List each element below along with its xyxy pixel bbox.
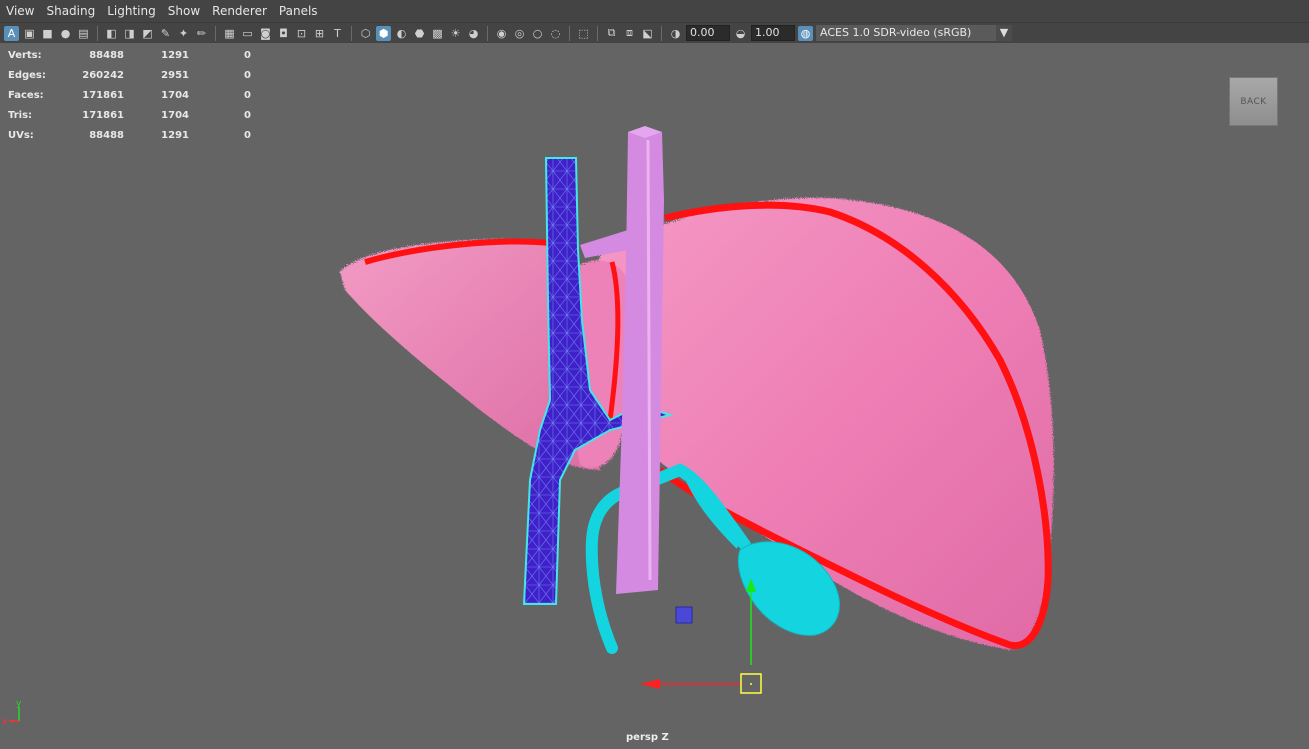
bookmark-camera-icon[interactable]: ▤ [76, 26, 91, 41]
hud-selected: 1291 [161, 129, 189, 141]
default-material-icon[interactable]: ◐ [394, 26, 409, 41]
viewport-3d[interactable]: y x [0, 44, 1309, 749]
back-button[interactable]: BACK [1229, 77, 1278, 126]
hud-total: 260242 [82, 69, 124, 81]
hud-label: Edges: [8, 69, 46, 81]
exposure-field[interactable]: 0.00 [686, 25, 730, 41]
wireframe-icon[interactable]: ⬡ [358, 26, 373, 41]
film-gate-icon[interactable]: ▭ [240, 26, 255, 41]
wireframe-on-shaded-icon[interactable]: ⬣ [412, 26, 427, 41]
hud-label: Tris: [8, 109, 33, 121]
menu-panels[interactable]: Panels [273, 4, 324, 18]
hud-uv: 0 [244, 49, 251, 61]
shadows-icon[interactable]: ◕ [466, 26, 481, 41]
menu-show[interactable]: Show [162, 4, 206, 18]
hud-selected: 2951 [161, 69, 189, 81]
menu-shading[interactable]: Shading [40, 4, 101, 18]
axis-x-label: x [2, 717, 8, 727]
hud-uv: 0 [244, 89, 251, 101]
grid-icon[interactable]: ▦ [222, 26, 237, 41]
hud-row-faces: Faces: 171861 1704 0 [8, 85, 251, 105]
axis-triad: y x [2, 699, 22, 727]
gamma-field[interactable]: 1.00 [751, 25, 795, 41]
hud-selected: 1291 [161, 49, 189, 61]
safe-action-icon[interactable]: ⊞ [312, 26, 327, 41]
lock-camera-icon[interactable]: ■ [40, 26, 55, 41]
chevron-down-icon: ▼ [996, 25, 1012, 41]
frame-all-icon[interactable]: ▣ [22, 26, 37, 41]
xray-joints-icon[interactable]: ⧈ [622, 26, 637, 41]
menu-view[interactable]: View [0, 4, 40, 18]
use-all-lights-icon[interactable]: ☀ [448, 26, 463, 41]
hud-selected: 1704 [161, 89, 189, 101]
camera-icon[interactable]: ◧ [104, 26, 119, 41]
menu-bar: View Shading Lighting Show Renderer Pane… [0, 0, 1309, 23]
hud-label: Verts: [8, 49, 42, 61]
anti-aliasing-icon[interactable]: ○ [530, 26, 545, 41]
camera-attributes-icon[interactable]: ● [58, 26, 73, 41]
pen-icon[interactable]: ✏ [194, 26, 209, 41]
toolbar-divider [597, 25, 598, 41]
resolution-gate-icon[interactable]: ◙ [258, 26, 273, 41]
menu-renderer[interactable]: Renderer [206, 4, 273, 18]
depth-of-field-icon[interactable]: ◌ [548, 26, 563, 41]
gamma-icon[interactable]: ◒ [733, 26, 748, 41]
hud-row-edges: Edges: 260242 2951 0 [8, 65, 251, 85]
xray-icon[interactable]: ⧉ [604, 26, 619, 41]
poly-count-hud: Verts: 88488 1291 0 Edges: 260242 2951 0… [8, 45, 251, 145]
toolbar-divider [487, 25, 488, 41]
hud-uv: 0 [244, 129, 251, 141]
hud-row-verts: Verts: 88488 1291 0 [8, 45, 251, 65]
smooth-shade-icon[interactable]: ⬢ [376, 25, 391, 41]
hud-selected: 1704 [161, 109, 189, 121]
toolbar-divider [661, 25, 662, 41]
field-chart-icon[interactable]: ⊡ [294, 26, 309, 41]
motion-blur-icon[interactable]: ◎ [512, 26, 527, 41]
hud-uv: 0 [244, 69, 251, 81]
panel-toolbar: A ▣ ■ ● ▤ ◧ ◨ ◩ ✎ ✦ ✏ ▦ ▭ ◙ ◘ ⊡ ⊞ T ⬡ ⬢ … [0, 23, 1309, 43]
hud-uv: 0 [244, 109, 251, 121]
toolbar-divider [97, 25, 98, 41]
hud-total: 171861 [82, 89, 124, 101]
hud-label: Faces: [8, 89, 44, 101]
sequence-icon[interactable]: ✦ [176, 26, 191, 41]
move-manipulator[interactable] [640, 578, 762, 694]
2d-pan-icon[interactable]: ◩ [140, 26, 155, 41]
exposure-icon[interactable]: ◑ [668, 26, 683, 41]
grease-pencil-icon[interactable]: ✎ [158, 26, 173, 41]
view-transform-value: ACES 1.0 SDR-video (sRGB) [820, 26, 972, 39]
hud-label: UVs: [8, 129, 34, 141]
toolbar-divider [351, 25, 352, 41]
hud-row-uvs: UVs: 88488 1291 0 [8, 125, 251, 145]
toolbar-divider [569, 25, 570, 41]
select-camera-icon[interactable]: A [4, 25, 19, 41]
locator-cube[interactable] [675, 606, 693, 624]
view-transform-dropdown[interactable]: ACES 1.0 SDR-video (sRGB) ▼ [816, 25, 1012, 41]
isolate-select-icon[interactable]: ⬚ [576, 26, 591, 41]
color-management-icon[interactable]: ◍ [798, 25, 813, 41]
safe-title-icon[interactable]: T [330, 26, 345, 41]
toolbar-divider [215, 25, 216, 41]
textured-icon[interactable]: ▩ [430, 26, 445, 41]
menu-lighting[interactable]: Lighting [101, 4, 162, 18]
axis-y-label: y [16, 699, 22, 709]
hud-total: 171861 [82, 109, 124, 121]
camera-label: persp Z [626, 732, 669, 743]
xray-components-icon[interactable]: ⬕ [640, 26, 655, 41]
hud-row-tris: Tris: 171861 1704 0 [8, 105, 251, 125]
hud-total: 88488 [89, 49, 124, 61]
screen-space-ao-icon[interactable]: ◉ [494, 26, 509, 41]
gate-mask-icon[interactable]: ◘ [276, 26, 291, 41]
image-plane-icon[interactable]: ◨ [122, 26, 137, 41]
hud-total: 88488 [89, 129, 124, 141]
